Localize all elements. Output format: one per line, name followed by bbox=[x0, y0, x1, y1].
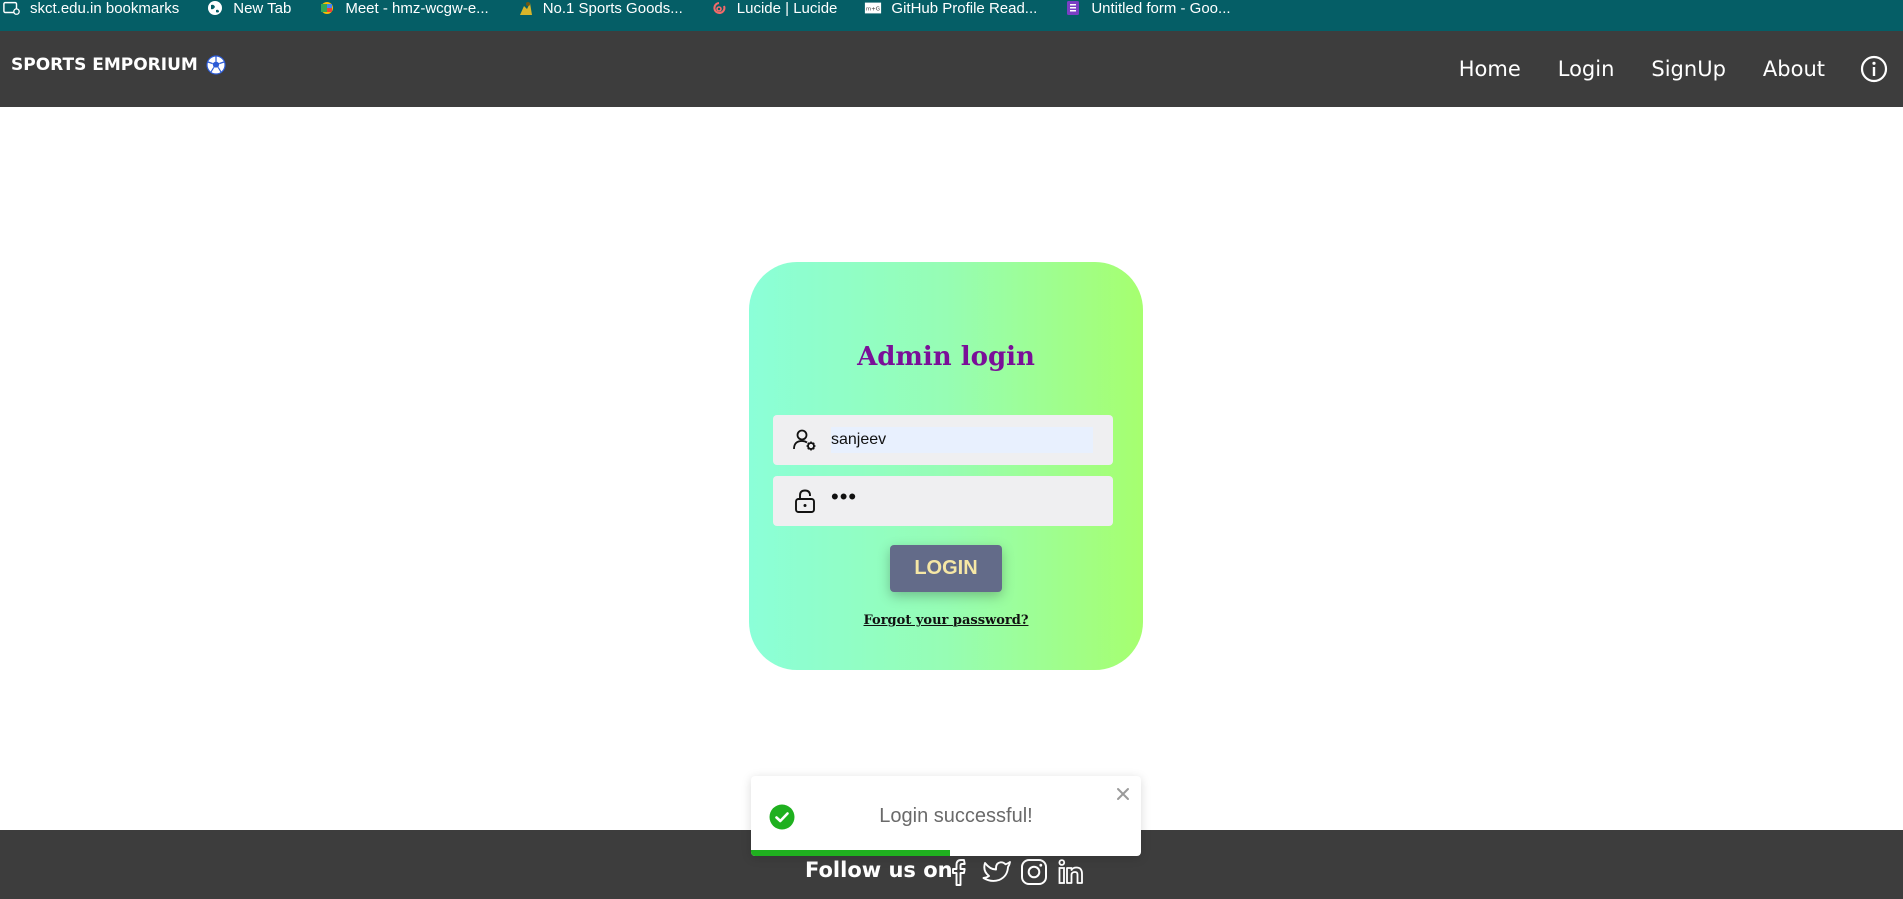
forgot-password-link[interactable]: Forgot your password? bbox=[749, 613, 1143, 628]
twitter-icon[interactable] bbox=[982, 857, 1012, 887]
facebook-icon[interactable] bbox=[946, 857, 976, 887]
navbar: SPORTS EMPORIUM Home Login SignUp About bbox=[0, 31, 1903, 107]
user-cog-icon bbox=[793, 429, 816, 451]
bookmark-label: GitHub Profile Read... bbox=[891, 0, 1038, 17]
password-field: ••• bbox=[773, 476, 1113, 526]
bookmark-untitled-form[interactable]: Untitled form - Goo... bbox=[1063, 0, 1231, 17]
toast-progress-bar bbox=[751, 850, 950, 856]
bookmark-sports[interactable]: No.1 Sports Goods... bbox=[515, 0, 683, 17]
admin-login-card: Admin login ••• LOGIN Forgot your passwo… bbox=[749, 262, 1143, 670]
brand[interactable]: SPORTS EMPORIUM bbox=[11, 55, 226, 75]
bookmark-label: Untitled form - Goo... bbox=[1091, 0, 1231, 17]
brand-name: SPORTS EMPORIUM bbox=[11, 55, 198, 75]
bookmark-label: Meet - hmz-wcgw-e... bbox=[345, 0, 489, 17]
nav-about-link[interactable]: About bbox=[1763, 57, 1825, 81]
nav-signup-link[interactable]: SignUp bbox=[1651, 57, 1726, 81]
bookmark-github-readme[interactable]: m+G GitHub Profile Read... bbox=[863, 0, 1038, 17]
success-toast: Login successful! bbox=[751, 776, 1141, 856]
lucide-icon bbox=[709, 0, 729, 16]
bookmark-label: New Tab bbox=[233, 0, 292, 17]
password-input[interactable]: ••• bbox=[831, 484, 1093, 510]
bookmark-lucide[interactable]: Lucide | Lucide bbox=[709, 0, 838, 17]
username-field bbox=[773, 415, 1113, 465]
nav-home-link[interactable]: Home bbox=[1459, 57, 1521, 81]
instagram-icon[interactable] bbox=[1019, 857, 1049, 887]
github-readme-icon: m+G bbox=[863, 0, 883, 16]
bookmark-folder-icon bbox=[2, 0, 22, 16]
bookmark-label: No.1 Sports Goods... bbox=[542, 0, 683, 17]
bookmark-label: Lucide | Lucide bbox=[736, 0, 838, 17]
lock-icon bbox=[795, 489, 815, 513]
bookmark-skct[interactable]: skct.edu.in bookmarks bbox=[2, 0, 180, 17]
bookmark-meet[interactable]: Meet - hmz-wcgw-e... bbox=[317, 0, 489, 17]
bookmarks-bar: skct.edu.in bookmarks New Tab Meet - hmz… bbox=[0, 0, 1903, 31]
forms-icon bbox=[1063, 0, 1083, 16]
info-icon[interactable] bbox=[1860, 55, 1888, 83]
follow-us-label: Follow us on bbox=[805, 858, 953, 882]
svg-text:m+G: m+G bbox=[866, 7, 880, 13]
toast-message: Login successful! bbox=[879, 805, 1033, 827]
close-icon[interactable] bbox=[1115, 786, 1131, 802]
meet-icon bbox=[317, 0, 337, 16]
bookmark-label: skct.edu.in bookmarks bbox=[30, 0, 180, 17]
login-title: Admin login bbox=[857, 342, 1035, 372]
nav-login-link[interactable]: Login bbox=[1558, 57, 1615, 81]
bookmark-new-tab[interactable]: New Tab bbox=[205, 0, 292, 17]
soccer-ball-icon bbox=[206, 55, 226, 75]
linkedin-icon[interactable] bbox=[1056, 857, 1086, 887]
nav-links: Home Login SignUp About bbox=[1459, 55, 1903, 83]
username-input[interactable] bbox=[831, 427, 1093, 453]
sports-icon bbox=[515, 0, 535, 16]
globe-icon bbox=[205, 0, 225, 16]
login-button[interactable]: LOGIN bbox=[890, 545, 1002, 592]
